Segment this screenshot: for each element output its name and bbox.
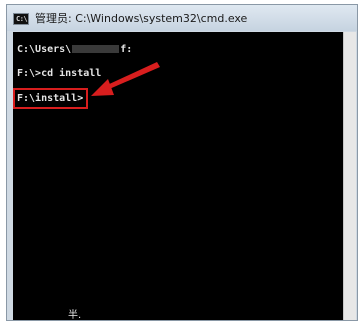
bottom-glyph: 半. xyxy=(68,310,82,321)
red-arrow-head xyxy=(91,79,114,96)
red-arrow-shaft xyxy=(105,62,160,90)
red-arrow-icon xyxy=(91,62,160,96)
